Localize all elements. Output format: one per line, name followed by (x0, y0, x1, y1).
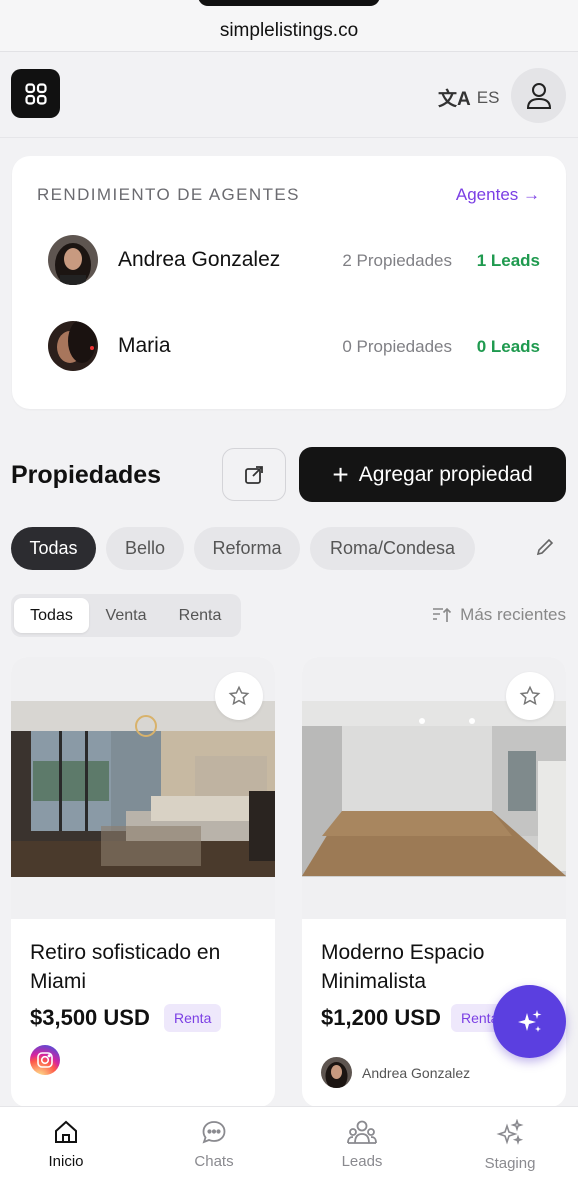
bottom-navigation: Inicio Chats Leads Staging (0, 1106, 578, 1188)
sparkles-icon (496, 1119, 524, 1145)
language-switcher[interactable]: 文A ES (438, 84, 499, 111)
favorite-button[interactable] (506, 672, 554, 720)
star-icon (519, 685, 541, 706)
agent-leads-count: 0 Leads (476, 337, 540, 356)
zone-chip-bello[interactable]: Bello (106, 527, 184, 570)
nav-item-leads[interactable]: Leads (302, 1119, 422, 1170)
properties-title: Propiedades (11, 461, 162, 489)
edit-zones-button[interactable] (534, 536, 556, 563)
instagram-icon (30, 1045, 60, 1075)
app-header: 文A ES (0, 53, 578, 138)
add-property-label: Agregar propiedad (358, 462, 533, 486)
star-icon (228, 685, 250, 706)
sort-button[interactable]: Más recientes (432, 605, 566, 625)
agent-row[interactable]: Andrea Gonzalez 2 Propiedades 1 Leads (48, 235, 542, 287)
nav-item-inicio[interactable]: Inicio (6, 1119, 126, 1170)
agent-leads-count: 1 Leads (476, 251, 540, 270)
property-card[interactable]: Retiro sofisticado en Miami $3,500 USD R… (11, 657, 275, 1107)
translate-icon: 文A (438, 89, 471, 110)
property-owner: Andrea Gonzalez (321, 1057, 470, 1088)
agents-card-title: RENDIMIENTO DE AGENTES (37, 185, 300, 204)
nav-label: Inicio (48, 1153, 84, 1170)
app-screen: simplelistings.co 文A ES RENDIMIENTO DE A… (0, 0, 578, 1188)
sort-label: Más recientes (460, 605, 566, 624)
owner-name: Andrea Gonzalez (362, 1064, 471, 1081)
agent-name: Maria (118, 334, 171, 357)
home-icon (55, 1120, 77, 1143)
nav-label: Staging (484, 1155, 536, 1172)
url-text[interactable]: simplelistings.co (0, 20, 578, 42)
property-price: $1,200 USD (321, 1005, 441, 1030)
language-code: ES (476, 87, 500, 107)
pencil-icon (536, 538, 554, 556)
owner-avatar (321, 1057, 352, 1088)
grid-icon (24, 82, 47, 105)
listing-type-segmented-control: Todas Venta Renta (11, 594, 241, 637)
segment-todas[interactable]: Todas (14, 598, 89, 633)
nav-item-chats[interactable]: Chats (154, 1119, 274, 1170)
property-photo (11, 701, 275, 877)
device-notch (198, 0, 380, 6)
agent-properties-count: 2 Propiedades (342, 251, 452, 270)
favorite-button[interactable] (215, 672, 263, 720)
chat-icon (202, 1121, 226, 1144)
property-price: $3,500 USD (30, 1005, 150, 1030)
zone-chip-reforma[interactable]: Reforma (194, 527, 300, 570)
users-icon (347, 1120, 377, 1144)
nav-item-staging[interactable]: Staging (450, 1119, 570, 1172)
browser-url-bar: simplelistings.co (0, 0, 578, 52)
zone-chip-todas[interactable]: Todas (11, 527, 96, 570)
external-link-button[interactable] (222, 448, 286, 501)
segment-renta[interactable]: Renta (165, 598, 235, 633)
agents-link[interactable]: Agentes → (456, 185, 540, 205)
agent-name: Andrea Gonzalez (118, 248, 281, 271)
agent-avatar (48, 235, 98, 285)
ai-assistant-button[interactable] (493, 985, 566, 1058)
property-photo (302, 701, 566, 877)
sparkles-icon (517, 1009, 541, 1032)
agents-performance-card: RENDIMIENTO DE AGENTES Agentes → Andrea … (12, 156, 566, 409)
nav-label: Chats (194, 1153, 234, 1170)
add-property-button[interactable]: + Agregar propiedad (299, 447, 566, 502)
segment-venta[interactable]: Venta (93, 598, 159, 633)
external-link-icon (245, 465, 263, 484)
nav-label: Leads (341, 1153, 383, 1170)
menu-button[interactable] (11, 69, 60, 118)
agent-row[interactable]: Maria 0 Propiedades 0 Leads (48, 321, 542, 373)
plus-icon: + (332, 458, 349, 490)
agent-avatar (48, 321, 98, 371)
profile-button[interactable] (511, 68, 566, 123)
agent-properties-count: 0 Propiedades (342, 337, 452, 356)
sort-icon (433, 607, 452, 622)
listing-type-badge: Renta (164, 1004, 222, 1032)
user-icon (526, 82, 551, 109)
property-title: Retiro sofisticado en Miami (30, 941, 221, 993)
zone-chip-roma-condesa[interactable]: Roma/Condesa (310, 527, 475, 570)
